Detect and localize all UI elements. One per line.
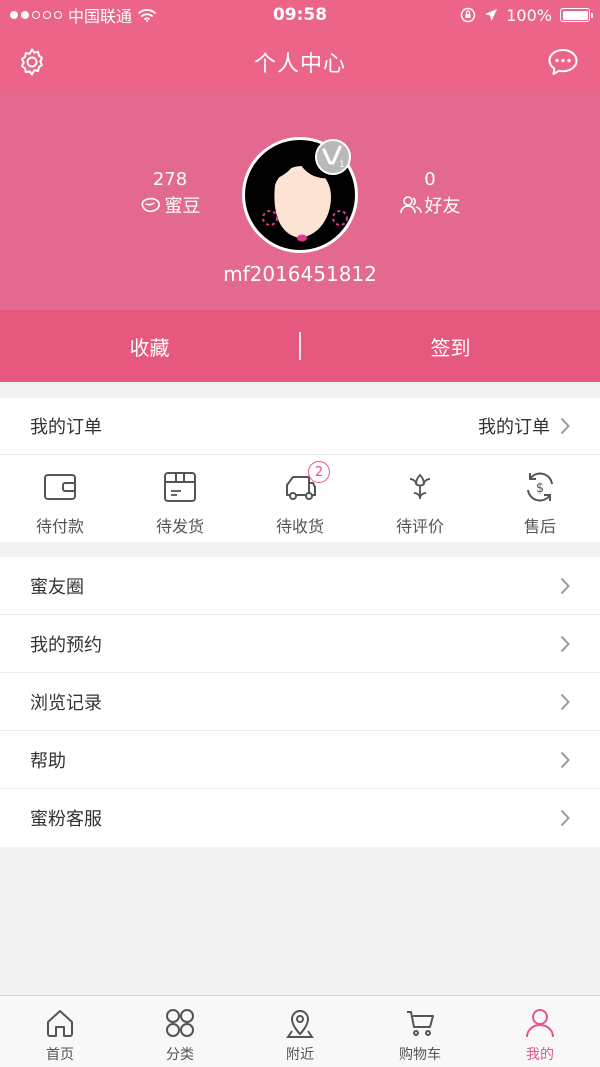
pending-review-button[interactable]: 待评价 [360,455,480,542]
status-bar: 中国联通 09:58 100% [0,0,600,30]
chevron-right-icon [560,751,570,768]
chevron-right-icon [560,417,570,435]
pending-shipment-button[interactable]: 待发货 [120,455,240,542]
tab-home-label: 首页 [46,1047,74,1063]
beans-stat[interactable]: 278 蜜豆 [110,170,230,218]
pending-receipt-label: 待收货 [275,517,324,536]
all-orders-label: 我的订单 [478,417,550,438]
friends-label: 好友 [424,196,461,217]
after-sales-button[interactable]: $ 售后 [480,455,600,542]
order-status-row: 待付款 待发货 2 待收货 待评价 $ 售后 [0,455,600,542]
wallet-icon [44,474,76,500]
location-arrow-icon [485,9,498,21]
orders-section: 我的订单 我的订单 待付款 待发货 2 待收货 待评价 $ 售后 [0,398,600,542]
menu-item-friend-circle[interactable]: 蜜友圈 [0,557,600,615]
orders-title: 我的订单 [30,417,102,438]
all-orders-link[interactable]: 我的订单 [478,413,570,439]
tab-category-label: 分类 [166,1047,194,1063]
user-icon [526,1009,554,1038]
chevron-right-icon [560,693,570,710]
rotation-lock-icon [461,7,476,23]
orders-header: 我的订单 我的订单 [0,398,600,455]
chevron-right-icon [560,635,570,652]
tab-profile-label: 我的 [526,1047,554,1063]
category-icon [166,1009,194,1037]
page-title: 个人中心 [253,52,346,77]
pending-shipment-label: 待发货 [155,517,204,536]
tab-cart-label: 购物车 [399,1047,441,1063]
menu-item-label: 我的预约 [30,634,102,656]
pending-payment-label: 待付款 [35,517,84,536]
messages-button[interactable] [546,45,580,79]
home-icon [47,1010,73,1037]
vip-level-icon: 1 [322,145,345,170]
chevron-right-icon [560,577,570,594]
menu-item-label: 蜜粉客服 [30,809,102,830]
chat-bubble-icon [548,49,578,75]
vip-level: 1 [339,160,345,170]
after-sales-label: 售后 [523,517,556,536]
tab-bar: 首页 分类 附近 购物车 我的 [0,995,600,1067]
tab-category[interactable]: 分类 [120,996,240,1067]
refund-icon: $ [527,472,553,502]
tab-profile[interactable]: 我的 [480,996,600,1067]
bean-icon [141,197,160,213]
friends-icon [399,196,422,214]
menu-item-label: 帮助 [30,750,66,772]
location-pin-icon [286,1010,314,1038]
beans-label: 蜜豆 [164,196,201,217]
beans-count: 278 [152,169,188,190]
vip-badge: 1 [315,139,351,175]
flower-icon [409,473,431,500]
settings-button[interactable] [15,45,49,79]
battery-percent: 100% [506,5,552,25]
header: 个人中心 [0,30,600,94]
profile-section: 278 蜜豆 1 0 好友 mf2016451812 [0,94,600,310]
tab-cart[interactable]: 购物车 [360,996,480,1067]
action-bar: 收藏 签到 [0,310,600,382]
favorites-button[interactable]: 收藏 [0,332,299,361]
chevron-right-icon [560,809,570,827]
pending-payment-button[interactable]: 待付款 [0,455,120,542]
username: mf2016451812 [223,262,377,286]
svg-text:$: $ [536,481,544,496]
menu-list: 蜜友圈 我的预约 浏览记录 帮助 蜜粉客服 [0,557,600,847]
tab-home[interactable]: 首页 [0,996,120,1067]
checkin-button[interactable]: 签到 [301,332,600,361]
friends-stat[interactable]: 0 好友 [370,170,490,218]
friends-count: 0 [424,169,436,190]
tab-nearby-label: 附近 [286,1047,314,1063]
package-icon [164,472,196,502]
pending-review-label: 待评价 [395,517,444,536]
battery-icon [560,8,593,22]
menu-item-label: 浏览记录 [30,692,102,714]
cart-icon [407,1011,434,1036]
menu-item-help[interactable]: 帮助 [0,731,600,789]
menu-item-history[interactable]: 浏览记录 [0,673,600,731]
status-right: 100% [460,0,593,30]
receipt-badge: 2 [308,461,330,483]
gear-icon [21,48,43,76]
menu-item-customer-service[interactable]: 蜜粉客服 [0,789,600,847]
pending-receipt-button[interactable]: 2 待收货 [240,455,360,542]
menu-item-label: 蜜友圈 [30,576,84,598]
tab-nearby[interactable]: 附近 [240,996,360,1067]
menu-item-appointments[interactable]: 我的预约 [0,615,600,673]
